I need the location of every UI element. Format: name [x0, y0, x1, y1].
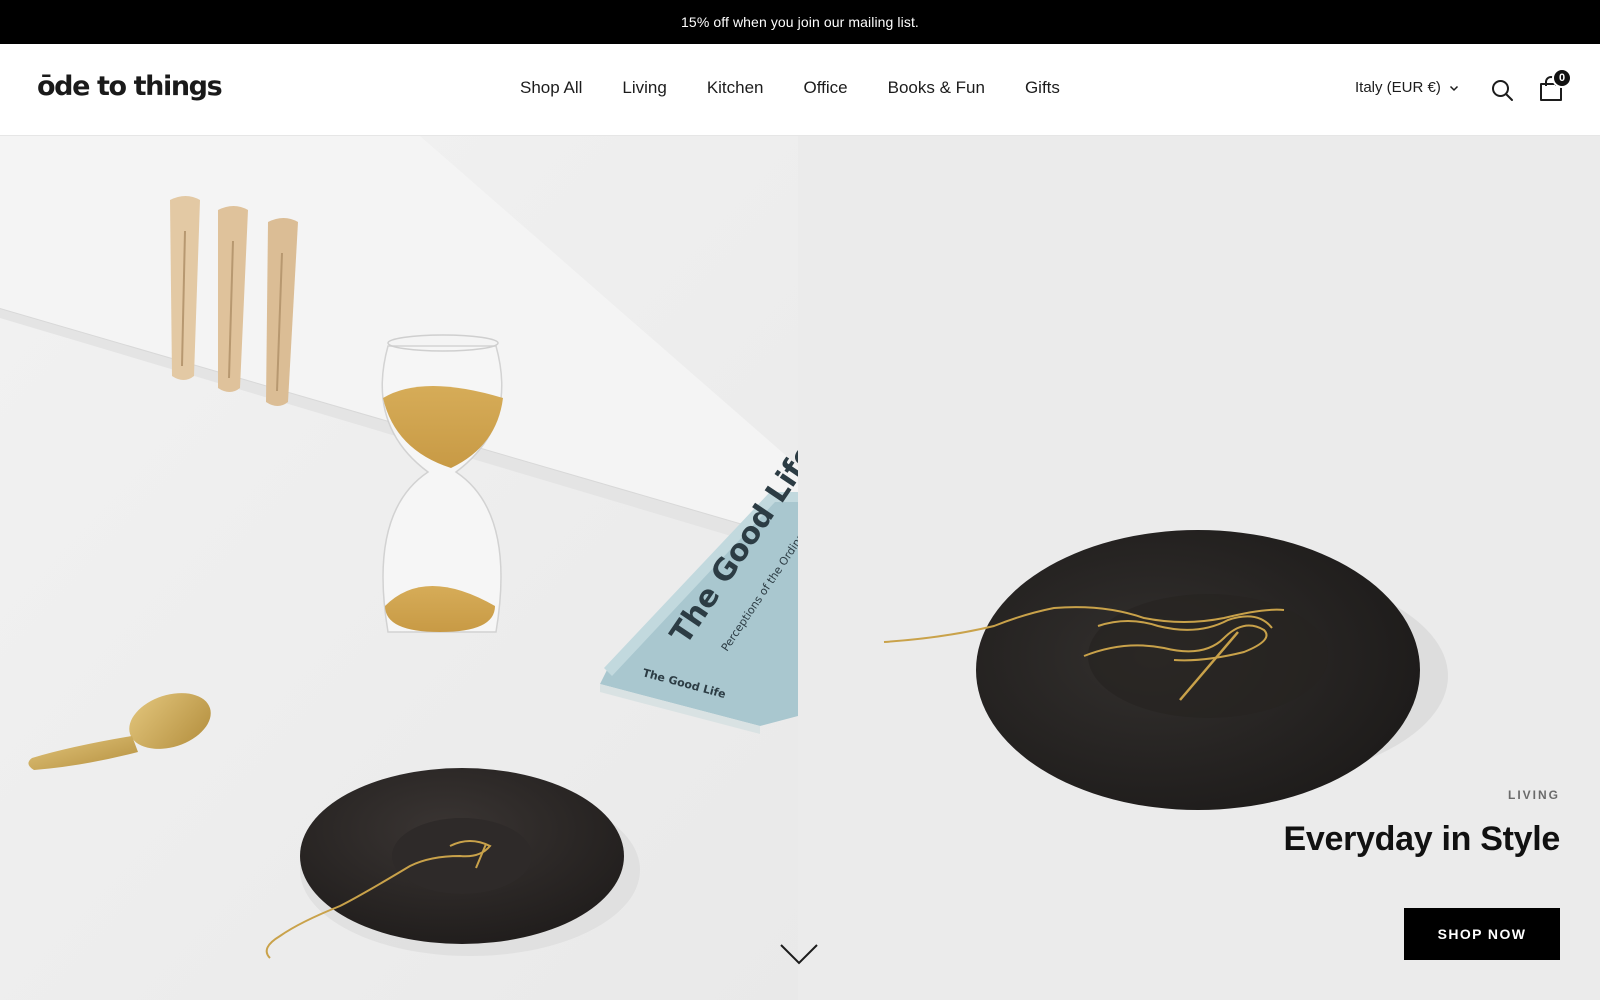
nav-item-office[interactable]: Office: [804, 78, 848, 98]
cart-count-badge: 0: [1552, 68, 1572, 88]
hero-right-illustration: [798, 136, 1600, 1000]
chevron-down-icon: [1449, 85, 1458, 91]
shop-now-button[interactable]: SHOP NOW: [1404, 908, 1560, 960]
search-icon[interactable]: [1490, 78, 1514, 102]
nav-item-living[interactable]: Living: [622, 78, 666, 98]
hero-section: The Good Life Perceptions of the Ordinar…: [0, 136, 1600, 1000]
hero-image-left[interactable]: The Good Life Perceptions of the Ordinar…: [0, 136, 798, 1000]
main-nav: Shop All Living Kitchen Office Books & F…: [520, 78, 1060, 98]
wooden-pegs: [170, 196, 298, 406]
announcement-text[interactable]: 15% off when you join our mailing list.: [681, 14, 919, 30]
nav-item-shop-all[interactable]: Shop All: [520, 78, 582, 98]
locale-label: Italy (EUR €): [1355, 79, 1441, 96]
announcement-bar[interactable]: 15% off when you join our mailing list.: [0, 0, 1600, 44]
nav-item-books-fun[interactable]: Books & Fun: [888, 78, 985, 98]
scroll-down-icon[interactable]: [780, 944, 818, 966]
hero-eyebrow: LIVING: [1507, 788, 1560, 802]
nav-item-gifts[interactable]: Gifts: [1025, 78, 1060, 98]
site-header: ōde to things Shop All Living Kitchen Of…: [0, 44, 1600, 136]
hero-left-illustration: The Good Life Perceptions of the Ordinar…: [0, 136, 798, 1000]
logo[interactable]: ōde to things: [37, 71, 223, 102]
locale-selector[interactable]: Italy (EUR €): [1355, 79, 1459, 96]
hero-headline: Everyday in Style: [1283, 820, 1561, 858]
nav-item-kitchen[interactable]: Kitchen: [707, 78, 764, 98]
hero-image-right[interactable]: LIVING Everyday in Style SHOP NOW: [798, 136, 1600, 1000]
hero-caption: LIVING Everyday in Style: [1284, 788, 1561, 859]
